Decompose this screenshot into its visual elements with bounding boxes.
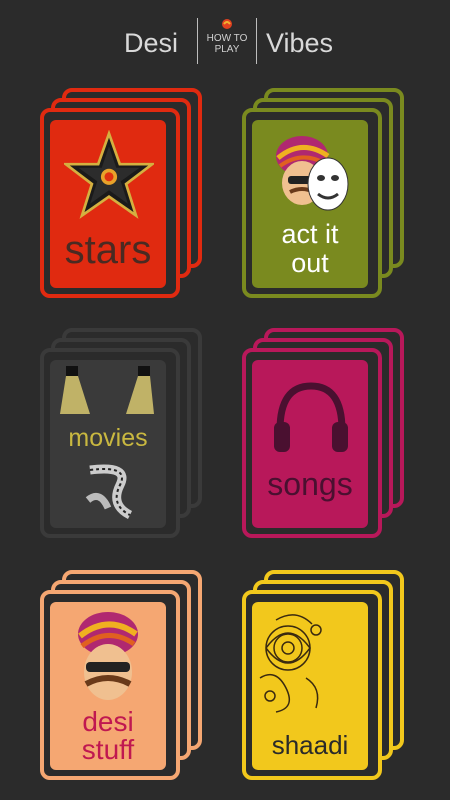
app-header: Desi HOW TO PLAY Vibes bbox=[0, 0, 450, 85]
title-desi: Desi bbox=[124, 28, 179, 58]
category-label: act it out bbox=[252, 220, 368, 278]
spotlight-icon bbox=[60, 366, 154, 414]
label-line2: out bbox=[291, 248, 329, 278]
category-label: stars bbox=[64, 228, 152, 272]
card-face: shaadi bbox=[252, 602, 368, 770]
category-label: songs bbox=[267, 466, 353, 502]
logo-icon bbox=[222, 19, 232, 29]
category-label: shaadi bbox=[271, 730, 349, 760]
howto-line1: HOW TO bbox=[206, 33, 248, 44]
howto-line2: PLAY bbox=[214, 44, 240, 55]
card-face: act it out bbox=[252, 120, 368, 288]
how-to-play-button[interactable]: HOW TO PLAY bbox=[197, 18, 257, 64]
card-face: movies bbox=[50, 360, 166, 528]
category-stars[interactable]: stars bbox=[40, 88, 210, 303]
label-line1: desi bbox=[82, 706, 134, 737]
category-movies[interactable]: movies bbox=[40, 328, 210, 543]
card-face: stars bbox=[50, 120, 166, 288]
star-icon bbox=[64, 130, 154, 219]
card-face: songs bbox=[252, 360, 368, 528]
turban-mask-icon bbox=[276, 136, 349, 211]
category-label: desi stuff bbox=[50, 708, 166, 764]
category-shaadi[interactable]: shaadi bbox=[242, 570, 412, 785]
henna-pattern-icon bbox=[259, 614, 322, 713]
film-reel-icon bbox=[85, 464, 133, 520]
label-line2: stuff bbox=[81, 734, 135, 765]
headphones-icon bbox=[274, 382, 348, 452]
card-face: desi stuff bbox=[50, 602, 166, 770]
category-act-it-out[interactable]: act it out bbox=[242, 88, 412, 303]
category-label: movies bbox=[68, 424, 148, 452]
category-desi-stuff[interactable]: desi stuff bbox=[40, 570, 210, 785]
title-vibes: Vibes bbox=[266, 28, 334, 58]
category-songs[interactable]: songs bbox=[242, 328, 412, 543]
turban-man-icon bbox=[78, 612, 138, 700]
label-line1: act it bbox=[281, 219, 339, 249]
